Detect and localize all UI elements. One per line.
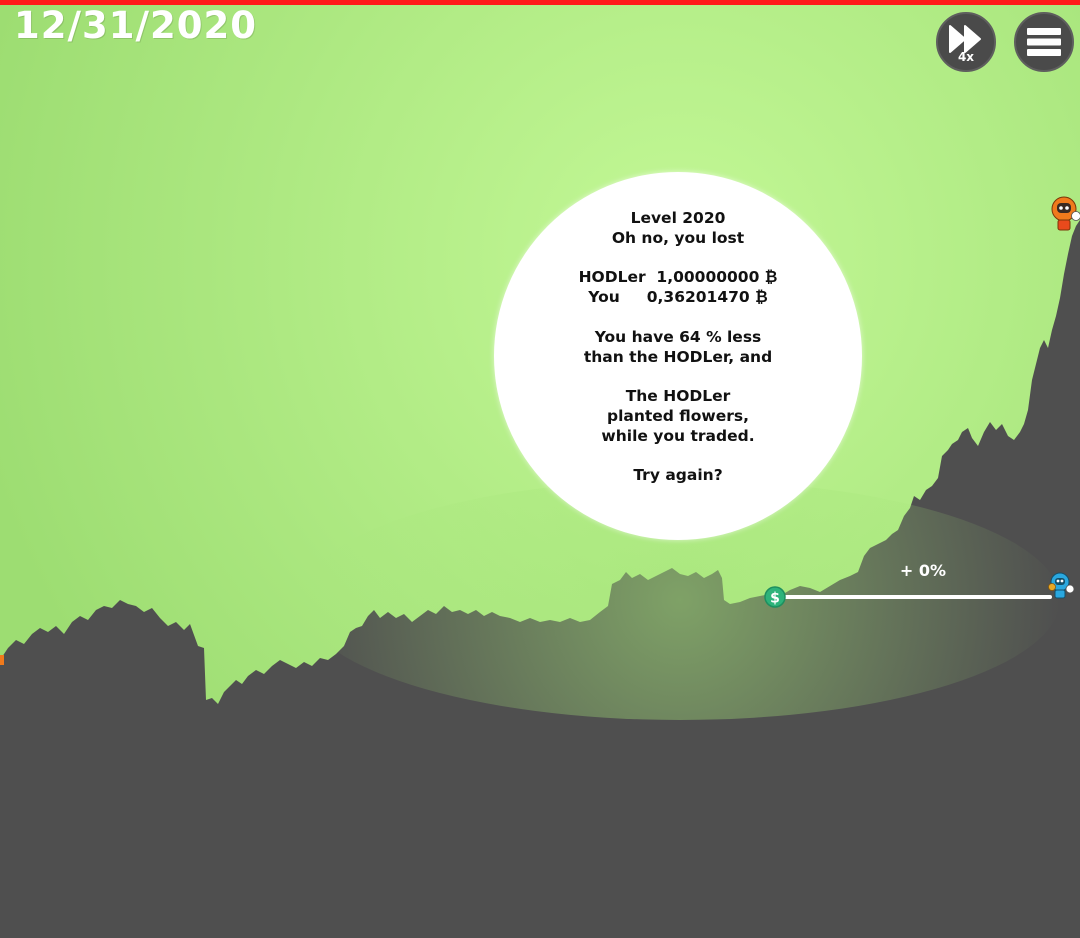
speed-label: 4x: [957, 50, 975, 64]
outcome-text: Oh no, you lost: [611, 228, 745, 247]
comparison-line-1: You have 64 % less: [594, 327, 762, 346]
level-title: Level 2020: [630, 209, 726, 227]
message-line-2: planted flowers,: [606, 406, 750, 425]
hamburger-menu-icon: [1027, 28, 1061, 56]
menu-button[interactable]: [1014, 12, 1074, 72]
player-balance: You 0,36201470 ₿: [588, 288, 768, 307]
game-over-dialog: Level 2020 Oh no, you lost HODLer 1,0000…: [494, 172, 862, 540]
dollar-coin-icon: $: [764, 586, 786, 608]
trade-percent-label: + 0%: [899, 561, 947, 580]
fast-forward-button[interactable]: 4x: [936, 12, 996, 72]
comparison-line-2: than the HODLer, and: [583, 347, 773, 366]
current-date: 12/31/2020: [14, 4, 257, 47]
try-again-link[interactable]: Try again?: [494, 466, 862, 486]
dialog-message: Level 2020 Oh no, you lost HODLer 1,0000…: [494, 209, 862, 486]
svg-text:$: $: [770, 591, 780, 607]
message-line-1: The HODLer: [625, 387, 731, 406]
hodler-balance: HODLer 1,00000000 ₿: [578, 268, 778, 287]
message-line-3: while you traded.: [601, 426, 755, 445]
chart-start-marker: [0, 655, 4, 665]
